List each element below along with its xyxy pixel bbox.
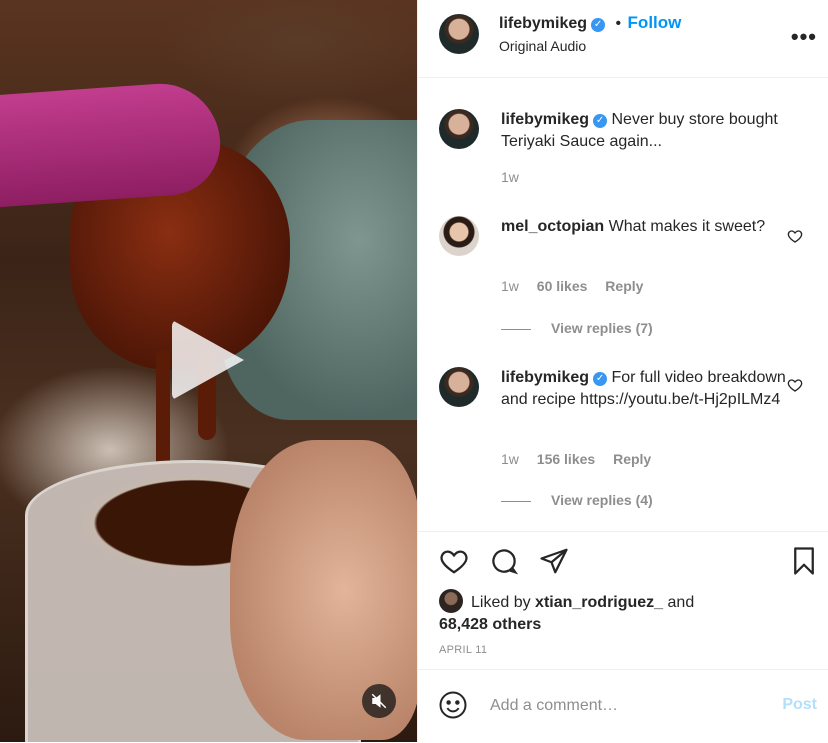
reply-button[interactable]: Reply [613,451,651,467]
follow-button[interactable]: Follow [628,13,682,32]
comment-username[interactable]: lifebymikeg [501,111,589,128]
liked-by: Liked by xtian_rodriguez_ and 68,428 oth… [439,589,694,636]
muted-speaker-icon [371,693,387,709]
comment-bubble-icon[interactable] [489,546,519,576]
post-side-panel: lifebymikeg ✓ • Follow Original Audio •••… [417,0,828,742]
avatar[interactable] [439,14,479,54]
bookmark-icon[interactable] [789,546,819,576]
view-replies-button[interactable]: View replies (7) [501,320,653,336]
heart-icon[interactable] [787,228,803,244]
verified-badge-icon: ✓ [593,114,608,128]
post-button[interactable]: Post [782,696,817,714]
heart-icon[interactable] [787,377,803,393]
comment-meta: 1w [501,169,533,185]
verified-badge-icon: ✓ [591,18,606,32]
post-date[interactable]: APRIL 11 [439,644,487,656]
liked-by-conj: and [667,594,695,611]
view-replies-label: View replies (7) [551,320,653,336]
video-tongs [0,79,224,209]
post-actions: Liked by xtian_rodriguez_ and 68,428 oth… [418,531,828,670]
comment-text: mel_octopian What makes it sweet? [501,216,791,238]
post-header: lifebymikeg ✓ • Follow Original Audio ••• [418,0,828,78]
view-replies-label: View replies (4) [551,492,653,508]
divider [501,500,531,502]
avatar[interactable] [439,109,479,149]
avatar[interactable] [439,216,479,256]
comment-likes[interactable]: 60 likes [537,278,588,294]
comment-username[interactable]: lifebymikeg [501,369,589,386]
comment-time[interactable]: 1w [501,169,519,185]
smiley-icon[interactable] [438,690,468,720]
comment-time[interactable]: 1w [501,451,519,467]
heart-icon[interactable] [439,546,469,576]
view-replies-button[interactable]: View replies (4) [501,492,653,508]
post-video[interactable] [0,0,417,742]
header-user-line: lifebymikeg ✓ • Follow [499,13,681,33]
more-options-icon[interactable]: ••• [791,24,817,50]
comment-body: What makes it sweet? [608,218,766,235]
mute-button[interactable] [362,684,396,718]
avatar[interactable] [439,367,479,407]
comment-text: lifebymikeg ✓ Never buy store bought Teri… [501,109,791,153]
comment-username[interactable]: mel_octopian [501,218,604,235]
add-comment-bar: Post [418,669,828,743]
author-username[interactable]: lifebymikeg [499,15,587,32]
verified-badge-icon: ✓ [593,372,608,386]
comment-meta: 1w 156 likes Reply [501,451,665,467]
play-icon[interactable] [172,320,244,400]
divider [501,328,531,330]
comment-input[interactable] [488,692,752,720]
comments-list[interactable]: lifebymikeg ✓ Never buy store bought Teri… [418,79,828,531]
comment-time[interactable]: 1w [501,278,519,294]
comment-likes[interactable]: 156 likes [537,451,595,467]
audio-label[interactable]: Original Audio [499,38,586,54]
avatar[interactable] [439,589,463,613]
reply-button[interactable]: Reply [605,278,643,294]
separator-dot: • [615,15,622,32]
liked-by-user[interactable]: xtian_rodriguez_ [535,594,663,611]
paper-plane-icon[interactable] [539,546,569,576]
comment-meta: 1w 60 likes Reply [501,278,657,294]
comment-text: lifebymikeg ✓ For full video breakdown an… [501,367,791,411]
likes-count-button[interactable]: 68,428 others [439,616,541,633]
liked-by-prefix: Liked by [471,594,531,611]
